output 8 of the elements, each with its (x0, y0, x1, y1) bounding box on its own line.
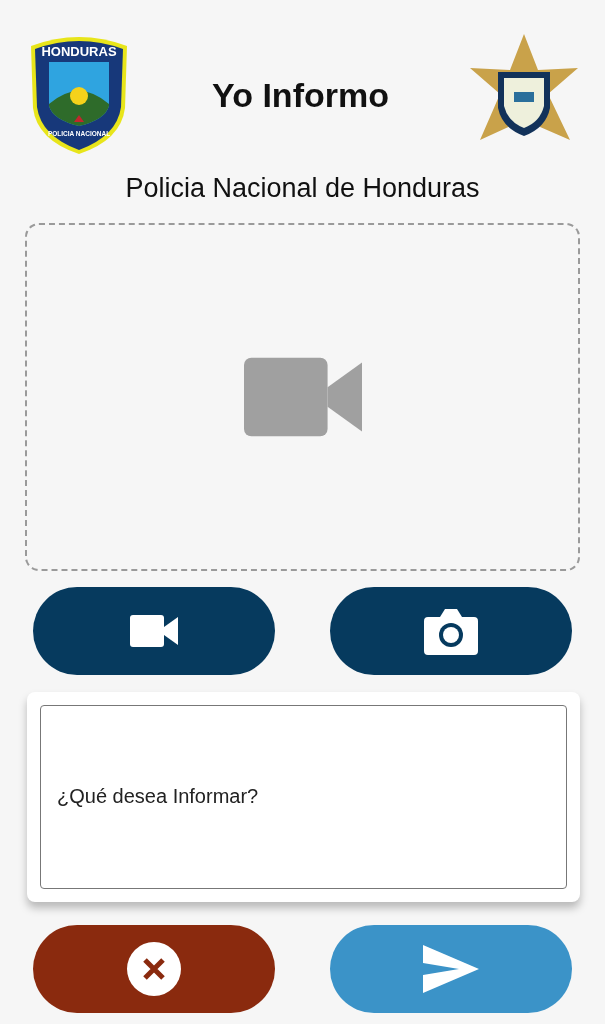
video-camera-icon (243, 356, 362, 437)
send-icon (423, 944, 479, 993)
report-input-field[interactable]: ¿Qué desea Informar? (40, 704, 567, 889)
video-camera-icon (130, 614, 178, 647)
subtitle: Policia Nacional de Honduras (124, 172, 481, 205)
app-title: Yo Informo (212, 74, 389, 116)
camera-icon (424, 606, 478, 655)
close-icon (127, 941, 181, 996)
